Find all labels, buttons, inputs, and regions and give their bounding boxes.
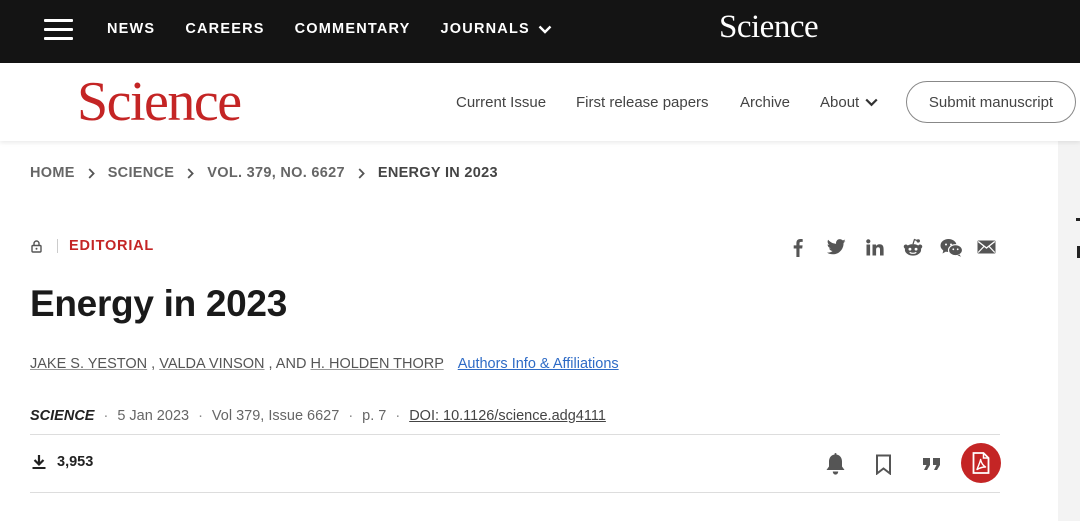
- right-sidebar-edge: [1058, 141, 1080, 521]
- article-type-label: EDITORIAL: [69, 238, 155, 254]
- site-header: Science Current Issue First release pape…: [0, 63, 1080, 141]
- download-count-value: 3,953: [57, 454, 94, 470]
- top-bar: NEWS CAREERS COMMENTARY JOURNALS Science: [0, 0, 1080, 63]
- volume-issue: Vol 379, Issue 6627: [211, 408, 340, 424]
- twitter-icon[interactable]: [826, 237, 846, 257]
- science-logo[interactable]: Science: [77, 74, 242, 130]
- chevron-down-icon: [865, 98, 878, 106]
- chevron-right-icon: [358, 167, 365, 179]
- author-separator: ,: [147, 356, 160, 372]
- pdf-icon[interactable]: [961, 443, 1001, 483]
- authors-affiliations-link[interactable]: Authors Info & Affiliations: [458, 356, 619, 372]
- email-icon[interactable]: [976, 237, 996, 257]
- submit-manuscript-button[interactable]: Submit manuscript: [906, 81, 1076, 123]
- quote-icon[interactable]: [921, 455, 943, 473]
- article-content: HOME SCIENCE VOL. 379, NO. 6627 ENERGY I…: [0, 141, 1058, 521]
- breadcrumb-current: ENERGY IN 2023: [377, 165, 498, 181]
- facebook-icon[interactable]: [788, 237, 808, 257]
- author-name[interactable]: H. HOLDEN THORP: [310, 356, 443, 372]
- nav-about-label: About: [820, 93, 860, 111]
- lock-icon: [30, 239, 43, 253]
- divider: [30, 434, 1000, 435]
- page-number: p. 7: [362, 408, 387, 424]
- author-name[interactable]: VALDA VINSON: [159, 356, 264, 372]
- divider: [30, 492, 1000, 493]
- nav-journals-label: JOURNALS: [440, 21, 530, 37]
- publication-date: 5 Jan 2023: [117, 408, 190, 424]
- breadcrumb-home[interactable]: HOME: [30, 165, 75, 181]
- article-title: Energy in 2023: [30, 283, 287, 324]
- article-type-row: EDITORIAL: [30, 238, 154, 254]
- chevron-right-icon: [88, 167, 95, 179]
- nav-careers[interactable]: CAREERS: [185, 21, 264, 37]
- author-separator: , AND: [264, 356, 311, 372]
- download-count: 3,953: [31, 454, 93, 470]
- chevron-down-icon: [538, 25, 552, 34]
- bell-icon[interactable]: [824, 452, 846, 476]
- nav-journals[interactable]: JOURNALS: [441, 21, 552, 37]
- nav-commentary[interactable]: COMMENTARY: [295, 21, 411, 37]
- science-logo-small[interactable]: Science: [719, 9, 819, 46]
- menu-icon[interactable]: [44, 19, 73, 40]
- top-nav: NEWS CAREERS COMMENTARY JOURNALS: [107, 0, 582, 58]
- publication-meta: SCIENCE · 5 Jan 2023 · Vol 379, Issue 66…: [30, 408, 606, 424]
- bookmark-icon[interactable]: [873, 453, 893, 475]
- author-list: JAKE S. YESTON , VALDA VINSON , AND H. H…: [30, 356, 619, 372]
- reddit-icon[interactable]: [903, 237, 923, 257]
- nav-archive[interactable]: Archive: [740, 94, 790, 111]
- linkedin-icon[interactable]: [865, 237, 885, 257]
- author-name[interactable]: JAKE S. YESTON: [30, 356, 147, 372]
- wechat-icon[interactable]: [939, 237, 963, 257]
- nav-about[interactable]: About: [820, 94, 878, 111]
- breadcrumb-science[interactable]: SCIENCE: [108, 165, 175, 181]
- breadcrumb: HOME SCIENCE VOL. 379, NO. 6627 ENERGY I…: [30, 165, 498, 181]
- nav-first-release-papers[interactable]: First release papers: [576, 94, 709, 111]
- nav-current-issue[interactable]: Current Issue: [456, 94, 546, 111]
- chevron-right-icon: [187, 167, 195, 179]
- breadcrumb-volume[interactable]: VOL. 379, NO. 6627: [207, 165, 345, 181]
- nav-news[interactable]: NEWS: [107, 21, 155, 37]
- download-icon: [32, 455, 46, 469]
- type-divider: [57, 239, 58, 253]
- doi-link[interactable]: DOI: 10.1126/science.adg4111: [409, 408, 606, 424]
- journal-name: SCIENCE: [30, 408, 95, 424]
